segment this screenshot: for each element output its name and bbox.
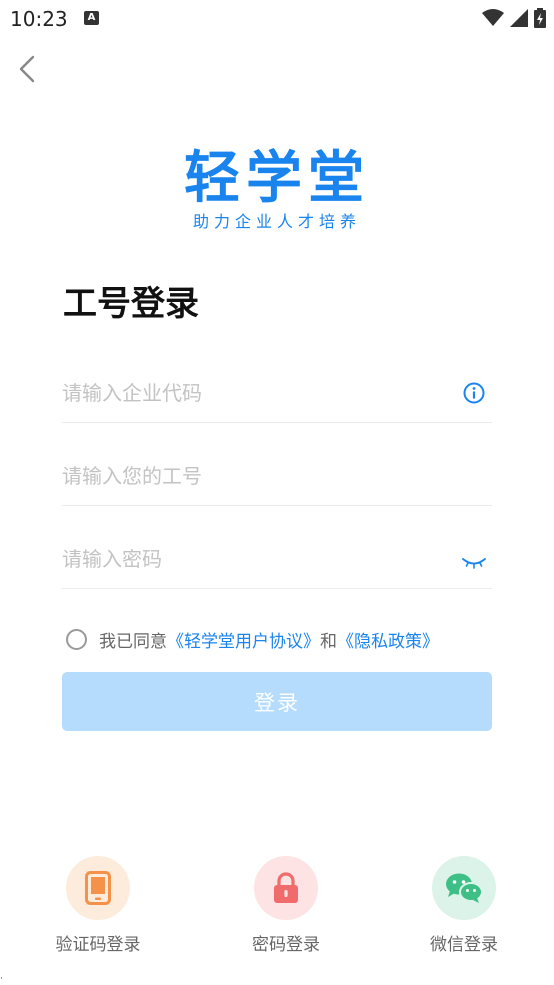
phone-icon xyxy=(85,871,111,905)
brand-slogan: 助力企业人才培养 xyxy=(192,212,361,231)
status-bar: 10:23 A xyxy=(0,0,554,38)
wifi-icon xyxy=(482,9,504,26)
wechat-icon xyxy=(446,873,483,903)
company-code-field xyxy=(62,363,492,423)
page-title: 工号登录 xyxy=(63,284,199,324)
password-field xyxy=(62,529,492,589)
corner-mark: · xyxy=(0,974,3,984)
privacy-policy-link[interactable]: 《隐私政策》 xyxy=(337,627,439,652)
agreement-checkbox[interactable] xyxy=(66,628,87,650)
wechat-login-option[interactable]: 微信登录 xyxy=(404,856,524,955)
info-icon[interactable] xyxy=(462,381,486,405)
agreement-prefix: 我已同意 xyxy=(99,631,167,652)
chevron-left-icon xyxy=(19,55,35,83)
brand-logo-title: 轻学堂 xyxy=(184,146,370,211)
employee-id-input[interactable] xyxy=(62,458,452,494)
wechat-login-circle xyxy=(432,856,496,920)
sms-login-option[interactable]: 验证码登录 xyxy=(38,856,158,955)
employee-id-field xyxy=(62,446,492,506)
status-time: 10:23 xyxy=(10,7,68,31)
back-button[interactable] xyxy=(12,52,46,86)
user-agreement-link[interactable]: 《轻学堂用户协议》 xyxy=(167,627,320,652)
signal-icon xyxy=(510,9,528,27)
notification-a-icon: A xyxy=(84,11,99,25)
agreement-row: 我已同意 《轻学堂用户协议》 和 《隐私政策》 xyxy=(66,626,439,652)
sms-login-label: 验证码登录 xyxy=(55,935,141,955)
password-input[interactable] xyxy=(62,541,452,577)
status-indicators xyxy=(482,8,546,28)
sms-login-circle xyxy=(66,856,130,920)
password-login-label: 密码登录 xyxy=(252,935,320,955)
agreement-conjunction: 和 xyxy=(320,631,337,652)
login-screen: 10:23 A 轻学堂 助力企业人才培养 工号登录 请输入企业代码 请输入您的工… xyxy=(0,0,554,985)
battery-icon xyxy=(534,8,546,28)
eye-closed-icon[interactable] xyxy=(462,551,486,575)
wechat-login-label: 微信登录 xyxy=(430,935,498,955)
password-login-circle xyxy=(254,856,318,920)
login-button[interactable]: 登录 xyxy=(62,672,492,731)
company-code-input[interactable] xyxy=(62,375,452,411)
password-login-option[interactable]: 密码登录 xyxy=(226,856,346,955)
lock-icon xyxy=(274,872,298,903)
